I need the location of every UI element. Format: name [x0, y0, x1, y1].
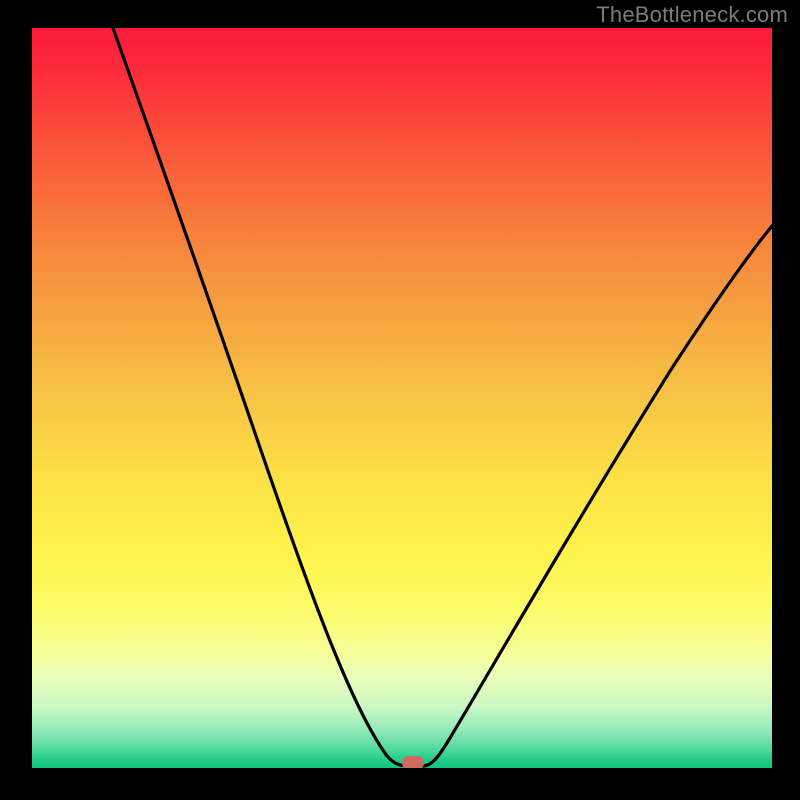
watermark-text: TheBottleneck.com	[596, 2, 788, 28]
plot-area	[32, 28, 772, 768]
optimal-point-marker	[402, 756, 424, 768]
bottleneck-curve	[32, 28, 772, 768]
curve-path	[113, 28, 772, 766]
chart-frame: TheBottleneck.com	[0, 0, 800, 800]
